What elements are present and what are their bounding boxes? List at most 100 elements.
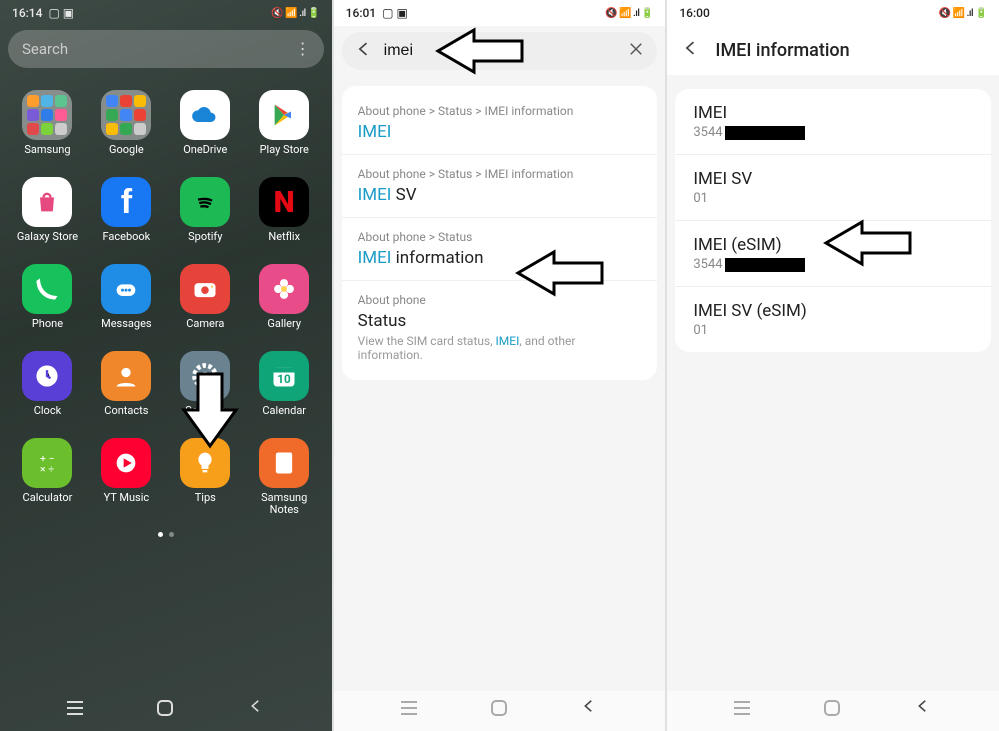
nav-back[interactable] (580, 697, 598, 719)
breadcrumb: About phone > Status > IMEI information (358, 167, 642, 181)
cam-icon (180, 264, 230, 314)
nav-back[interactable] (914, 697, 932, 719)
phone-icon (22, 264, 72, 314)
app-label: Messages (101, 318, 151, 331)
nav-bar (334, 691, 666, 731)
search-result[interactable]: About phone > Status > IMEI informationI… (342, 92, 658, 155)
app-gallery[interactable]: Gallery (249, 264, 320, 331)
app-calendar[interactable]: 10Calendar (249, 351, 320, 418)
cal-icon: 10 (259, 351, 309, 401)
status-notif-icons: ▢ ▣ (382, 6, 408, 20)
clock-icon (22, 351, 72, 401)
app-label: OneDrive (183, 144, 227, 157)
search-results: About phone > Status > IMEI informationI… (342, 86, 658, 380)
nav-home[interactable] (491, 700, 507, 716)
info-item-imei-sv[interactable]: IMEI SV 01 (675, 155, 991, 221)
nav-recent[interactable] (67, 707, 83, 709)
search-result[interactable]: About phone > Status > IMEI informationI… (342, 155, 658, 218)
nav-home[interactable] (157, 700, 173, 716)
more-icon[interactable]: ⋮ (295, 45, 310, 53)
app-messages[interactable]: Messages (91, 264, 162, 331)
clear-icon[interactable] (627, 40, 645, 62)
nav-home[interactable] (824, 700, 840, 716)
nav-recent[interactable] (734, 707, 750, 709)
bag-icon (22, 177, 72, 227)
nav-back[interactable] (247, 697, 265, 719)
info-value: 01 (693, 323, 973, 338)
N-icon: N (259, 177, 309, 227)
app-label: Camera (186, 318, 224, 331)
app-facebook[interactable]: f Facebook (91, 177, 162, 244)
flower-icon (259, 264, 309, 314)
calc-icon: + −× ÷ (22, 438, 72, 488)
app-yt-music[interactable]: YT Music (91, 438, 162, 516)
msg-icon (101, 264, 151, 314)
imei-list: IMEI 3544IMEI SV 01IMEI (eSIM) 3544IMEI … (675, 89, 991, 352)
app-netflix[interactable]: NNetflix (249, 177, 320, 244)
folder-icon (101, 90, 151, 140)
app-contacts[interactable]: Contacts (91, 351, 162, 418)
search-result[interactable]: About phoneStatusView the SIM card statu… (342, 281, 658, 374)
nav-recent[interactable] (401, 707, 417, 709)
app-samsung-notes[interactable]: Samsung Notes (249, 438, 320, 516)
app-label: Phone (32, 318, 63, 331)
app-calculator[interactable]: + −× ÷ Calculator (12, 438, 83, 516)
app-onedrive[interactable]: OneDrive (170, 90, 241, 157)
app-label: Facebook (102, 231, 150, 244)
svg-text:10: 10 (278, 372, 292, 386)
app-google[interactable]: Google (91, 90, 162, 157)
app-camera[interactable]: Camera (170, 264, 241, 331)
folder-icon (22, 90, 72, 140)
back-icon[interactable] (681, 38, 701, 63)
back-icon[interactable] (354, 39, 374, 63)
app-search-bar[interactable]: Search ⋮ (8, 30, 324, 68)
result-subtitle: View the SIM card status, IMEI, and othe… (358, 334, 642, 362)
gear-icon (180, 351, 230, 401)
status-notif-icons: ▢ ▣ (48, 6, 74, 20)
app-label: YT Music (104, 492, 150, 505)
info-value: 01 (693, 191, 973, 206)
phone-home-screen: 16:14 ▢ ▣ 🔇 📶 .ıl 🔋 Search ⋮ Samsung Goog… (0, 0, 332, 731)
info-value: 3544 (693, 125, 973, 140)
breadcrumb: About phone (358, 293, 642, 307)
app-spotify[interactable]: Spotify (170, 177, 241, 244)
nav-bar (667, 691, 999, 731)
app-phone[interactable]: Phone (12, 264, 83, 331)
app-samsung[interactable]: Samsung (12, 90, 83, 157)
app-galaxy-store[interactable]: Galaxy Store (12, 177, 83, 244)
clock-text: 16:01 (346, 6, 376, 20)
page-title: IMEI information (715, 40, 849, 61)
info-item-imei-sv-esim-[interactable]: IMEI SV (eSIM) 01 (675, 287, 991, 352)
app-label: Samsung Notes (249, 492, 320, 516)
ytplay-icon (101, 438, 151, 488)
search-result[interactable]: About phone > StatusIMEI information (342, 218, 658, 281)
app-label: Galaxy Store (17, 231, 78, 244)
status-bar: 16:14 ▢ ▣ 🔇 📶 .ıl 🔋 (0, 0, 332, 26)
status-right-icons: 🔇 📶 .ıl 🔋 (271, 8, 319, 19)
app-label: Play Store (260, 144, 309, 157)
info-item-imei-esim-[interactable]: IMEI (eSIM) 3544 (675, 221, 991, 287)
app-label: Tips (195, 492, 216, 505)
person-icon (101, 351, 151, 401)
app-play-store[interactable]: Play Store (249, 90, 320, 157)
search-placeholder: Search (22, 40, 68, 58)
app-label: Gallery (267, 318, 301, 331)
app-label: Samsung (24, 144, 70, 157)
app-clock[interactable]: Clock (12, 351, 83, 418)
app-tips[interactable]: Tips (170, 438, 241, 516)
search-input[interactable] (384, 42, 618, 60)
page-indicator (0, 532, 332, 537)
clock-text: 16:00 (679, 6, 709, 20)
phone-settings-search: 16:01 ▢ ▣ 🔇 📶 .ıl 🔋 About phone > Status… (334, 0, 666, 731)
phone-imei-information: 16:00 🔇 📶 .ıl 🔋 IMEI information IMEI 35… (667, 0, 999, 731)
f-icon: f (101, 177, 151, 227)
redacted-value (725, 126, 805, 140)
app-label: Calculator (23, 492, 73, 505)
info-item-imei[interactable]: IMEI 3544 (675, 89, 991, 155)
app-grid: Samsung Google OneDrive Play Store Galaxy St… (0, 80, 332, 526)
info-label: IMEI SV (eSIM) (693, 301, 973, 321)
info-label: IMEI (eSIM) (693, 235, 973, 255)
app-settings[interactable]: Settings (170, 351, 241, 418)
title-bar: IMEI information (667, 26, 999, 75)
breadcrumb: About phone > Status > IMEI information (358, 104, 642, 118)
